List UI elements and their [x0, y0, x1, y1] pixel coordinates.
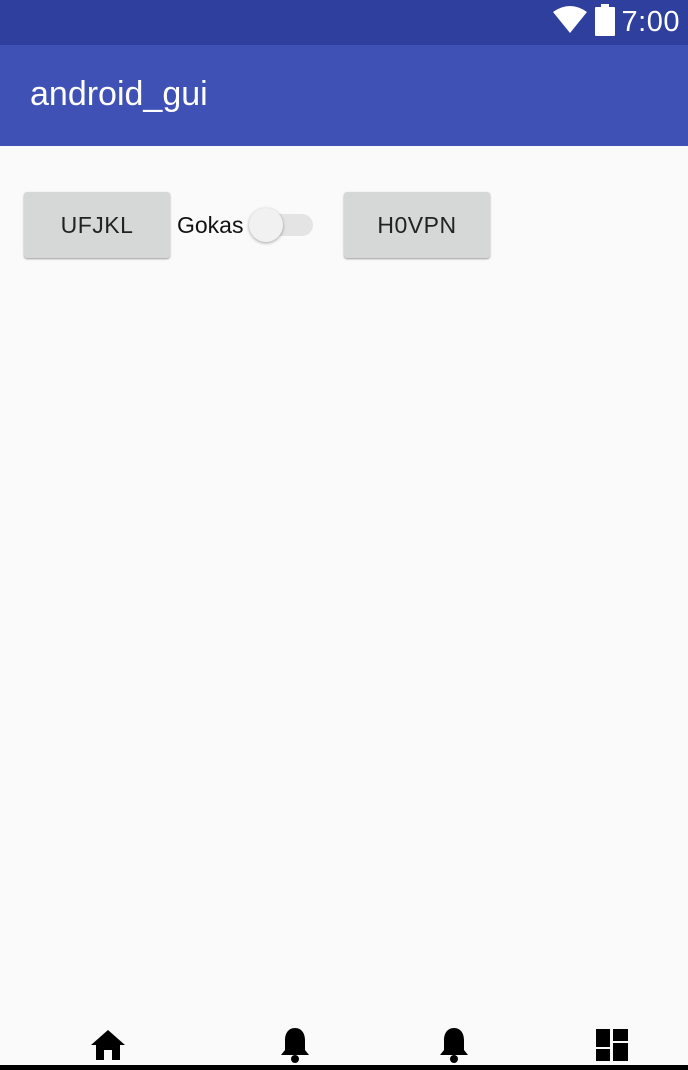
home-icon[interactable] [88, 1026, 128, 1064]
battery-icon [594, 4, 616, 41]
switch-thumb[interactable] [249, 208, 283, 242]
gokas-switch[interactable]: Gokas [177, 192, 317, 258]
ufjkl-button[interactable]: UFJKL [24, 192, 170, 258]
h0vpn-button-label: H0VPN [377, 211, 457, 238]
h0vpn-button[interactable]: H0VPN [344, 192, 490, 258]
app-title: android_gui [30, 75, 208, 113]
app-bar: android_gui [0, 45, 688, 146]
dashboard-icon[interactable] [592, 1026, 632, 1064]
status-bar: 7:00 [0, 0, 688, 45]
ufjkl-button-label: UFJKL [60, 211, 134, 238]
bottom-navigation [0, 1020, 688, 1070]
wifi-icon [552, 6, 588, 39]
bottom-divider [0, 1065, 688, 1070]
main-content: UFJKL Gokas H0VPN [0, 146, 688, 1036]
notifications-icon[interactable] [275, 1026, 315, 1064]
status-time: 7:00 [621, 6, 680, 38]
notifications-icon[interactable] [434, 1026, 474, 1064]
status-icons: 7:00 [552, 0, 680, 45]
switch-label: Gokas [177, 212, 244, 238]
